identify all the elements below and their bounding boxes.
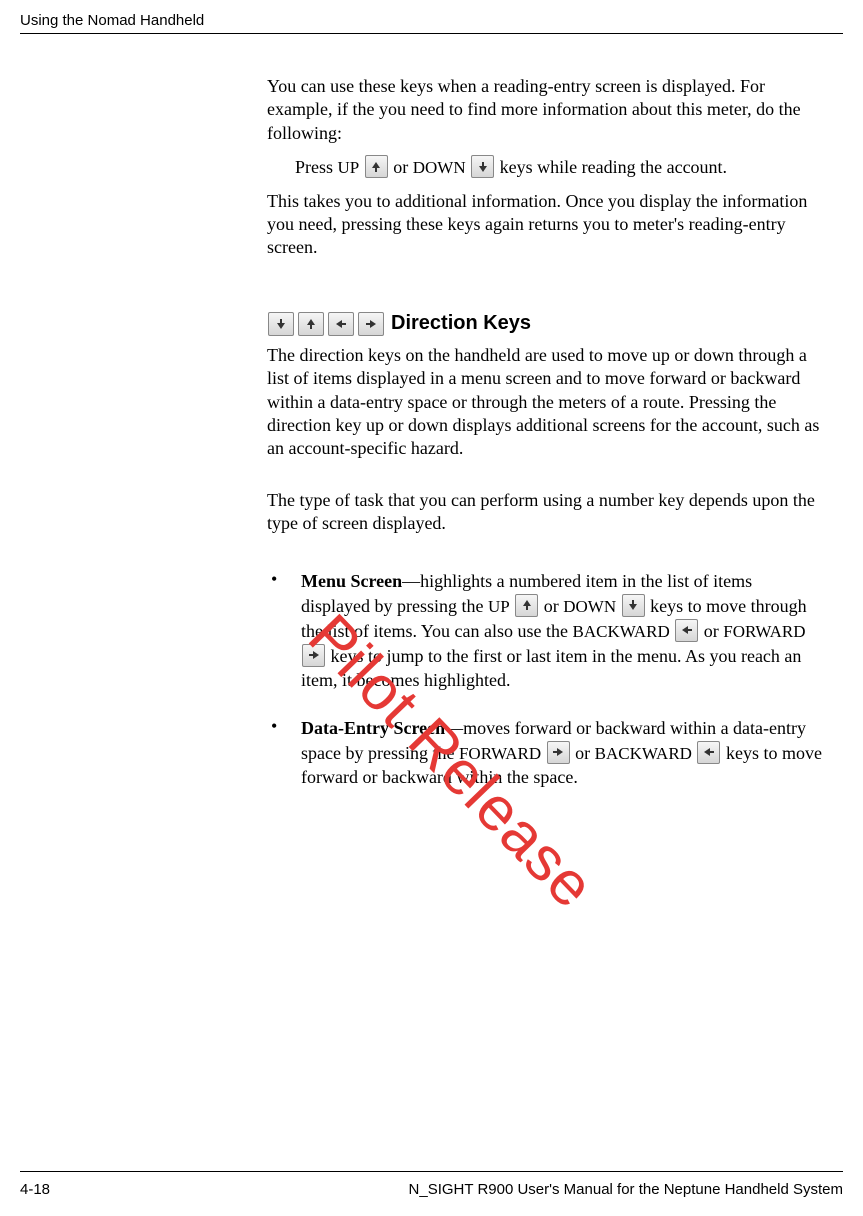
left-arrow-icon [675, 619, 698, 642]
up-label: UP [338, 158, 360, 177]
page-header: Using the Nomad Handheld [20, 12, 843, 29]
text: keys while reading the account. [500, 157, 727, 177]
right-arrow-icon [302, 644, 325, 667]
down-arrow-icon [622, 594, 645, 617]
intro-paragraph-2: This takes you to additional information… [267, 190, 823, 260]
backward-label: BACKWARD [572, 622, 669, 641]
bullet-marker: • [267, 716, 301, 790]
right-arrow-icon [358, 312, 384, 336]
text: or [539, 596, 563, 616]
up-arrow-icon [298, 312, 324, 336]
bullet-title: Menu Screen [301, 571, 402, 591]
section-paragraph-1: The direction keys on the handheld are u… [267, 344, 823, 461]
text: or [393, 157, 413, 177]
footer-rule [20, 1171, 843, 1172]
bullet-title: Data-Entry Screen [301, 718, 445, 738]
forward-label: FORWARD [723, 622, 805, 641]
right-arrow-icon [547, 741, 570, 764]
section-heading: Direction Keys [391, 312, 531, 335]
page-number: 4-18 [20, 1181, 50, 1198]
backward-label: BACKWARD [595, 744, 692, 763]
text: Press [295, 157, 338, 177]
bullet-marker: • [267, 569, 301, 692]
text: keys to jump to the first or last item i… [301, 646, 801, 690]
down-label: DOWN [563, 597, 616, 616]
up-arrow-icon [515, 594, 538, 617]
page-footer: 4-18 N_SIGHT R900 User's Manual for the … [20, 1181, 843, 1198]
footer-title: N_SIGHT R900 User's Manual for the Neptu… [409, 1181, 843, 1198]
up-arrow-icon [365, 155, 388, 178]
section-paragraph-2: The type of task that you can perform us… [267, 489, 823, 536]
section-heading-row: Direction Keys [267, 312, 823, 336]
press-instruction: Press UP or DOWN keys while reading the … [295, 155, 823, 179]
down-label: DOWN [413, 158, 466, 177]
down-arrow-icon [471, 155, 494, 178]
forward-label: FORWARD [459, 744, 541, 763]
header-rule [20, 33, 843, 34]
bullet-body: Data-Entry Screen—moves forward or backw… [301, 716, 823, 790]
header-left: Using the Nomad Handheld [20, 12, 204, 29]
down-arrow-icon [268, 312, 294, 336]
bullet-menu-screen: • Menu Screen—highlights a numbered item… [267, 569, 823, 692]
up-label: UP [488, 597, 510, 616]
text: or [571, 743, 595, 763]
bullet-body: Menu Screen—highlights a numbered item i… [301, 569, 823, 692]
left-arrow-icon [328, 312, 354, 336]
intro-paragraph-1: You can use these keys when a reading-en… [267, 75, 823, 145]
left-arrow-icon [697, 741, 720, 764]
text: or [699, 621, 723, 641]
main-content: You can use these keys when a reading-en… [267, 75, 823, 790]
bullet-data-entry-screen: • Data-Entry Screen—moves forward or bac… [267, 716, 823, 790]
direction-keys-icon-group [267, 312, 385, 336]
